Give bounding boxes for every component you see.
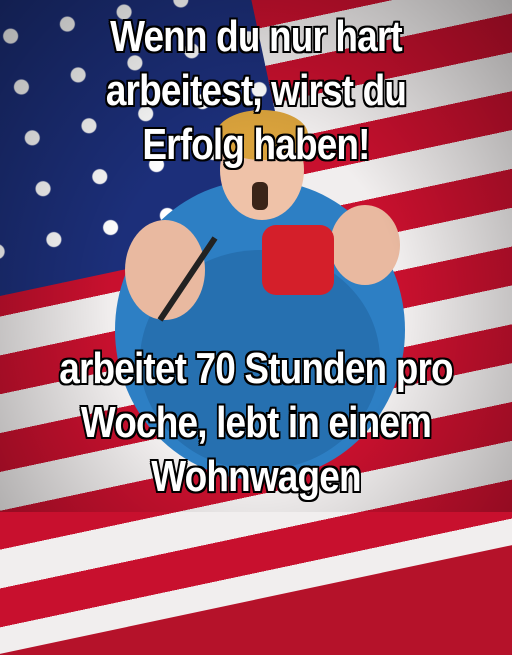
bottom-caption-line: arbeitet 70 Stunden pro bbox=[59, 344, 453, 393]
bottom-caption: arbeitet 70 Stunden pro Woche, lebt in e… bbox=[0, 342, 512, 504]
top-caption: Wenn du nur hart arbeitest, wirst du Erf… bbox=[0, 10, 512, 172]
top-caption-line: Erfolg haben! bbox=[142, 120, 370, 169]
top-caption-line: Wenn du nur hart bbox=[110, 12, 403, 61]
bottom-caption-line: Woche, lebt in einem bbox=[80, 398, 432, 447]
bottom-caption-line: Wohnwagen bbox=[151, 452, 361, 501]
top-caption-line: arbeitest, wirst du bbox=[105, 66, 407, 115]
